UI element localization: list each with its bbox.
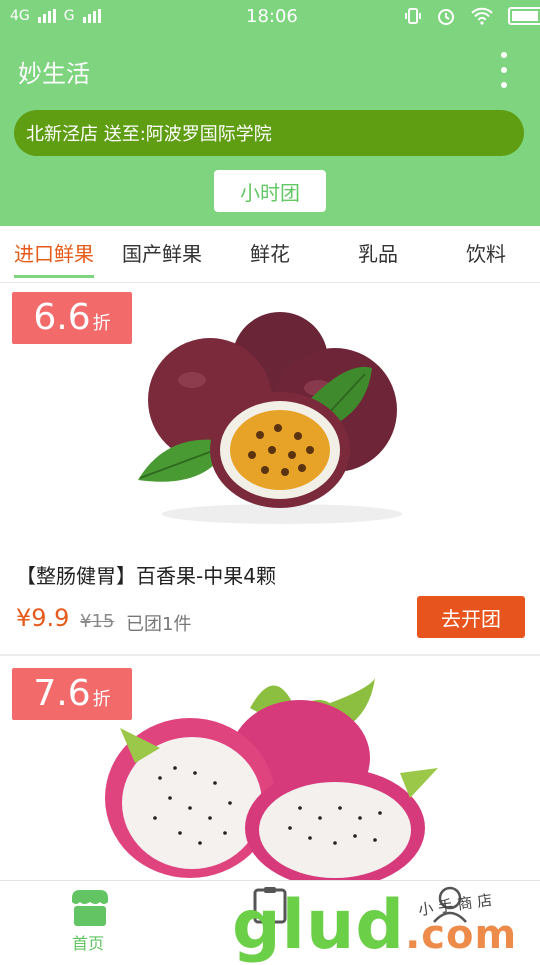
tab-drinks[interactable]: 饮料 bbox=[432, 226, 540, 282]
passion-fruit-image[interactable] bbox=[130, 300, 420, 540]
discount-badge: 7.6 折 bbox=[12, 668, 132, 720]
discount-value: 7.6 bbox=[33, 673, 91, 714]
delivery-address-bar[interactable]: 北新泾店 送至:阿波罗国际学院 bbox=[14, 110, 524, 156]
signal-bars-icon bbox=[37, 9, 56, 23]
network-label-4g: 4G bbox=[10, 8, 30, 24]
alarm-icon bbox=[438, 9, 454, 25]
hour-group-button[interactable]: 小时团 bbox=[214, 170, 326, 212]
network-label-g: G bbox=[63, 8, 75, 24]
more-menu-icon[interactable] bbox=[492, 52, 516, 88]
discount-unit: 折 bbox=[92, 313, 111, 334]
tab-flowers[interactable]: 鲜花 bbox=[216, 226, 324, 282]
dragon-fruit-image[interactable] bbox=[100, 668, 450, 880]
product-name[interactable]: 【整肠健胃】百香果-中果4颗 bbox=[16, 560, 276, 589]
category-tabs: 进口鲜果 国产鲜果 鲜花 乳品 饮料 bbox=[0, 226, 540, 283]
sold-count: 已团1件 bbox=[126, 614, 192, 635]
status-time: 18:06 bbox=[246, 6, 298, 27]
tab-imported-fruit[interactable]: 进口鲜果 bbox=[0, 226, 108, 282]
divider bbox=[0, 654, 540, 656]
nav-home-label[interactable]: 首页 bbox=[72, 930, 104, 954]
status-bar: 4G G 18:06 bbox=[0, 0, 540, 36]
signal-bars-icon bbox=[82, 9, 101, 23]
vibrate-icon bbox=[405, 8, 421, 24]
status-icons bbox=[404, 6, 540, 26]
wifi-icon bbox=[471, 7, 493, 25]
discount-unit: 折 bbox=[92, 689, 111, 710]
signal-indicators: 4G G bbox=[10, 8, 101, 24]
start-group-button[interactable]: 去开团 bbox=[417, 596, 525, 638]
product-price: ¥9.9 bbox=[16, 604, 70, 632]
tab-dairy[interactable]: 乳品 bbox=[324, 226, 432, 282]
app-title: 妙生活 bbox=[18, 60, 90, 88]
discount-badge: 6.6 折 bbox=[12, 292, 132, 344]
battery-icon bbox=[508, 7, 540, 25]
original-price: ¥15 bbox=[80, 611, 115, 632]
home-store-icon[interactable] bbox=[68, 888, 112, 928]
discount-value: 6.6 bbox=[33, 297, 91, 338]
tab-domestic-fruit[interactable]: 国产鲜果 bbox=[108, 226, 216, 282]
